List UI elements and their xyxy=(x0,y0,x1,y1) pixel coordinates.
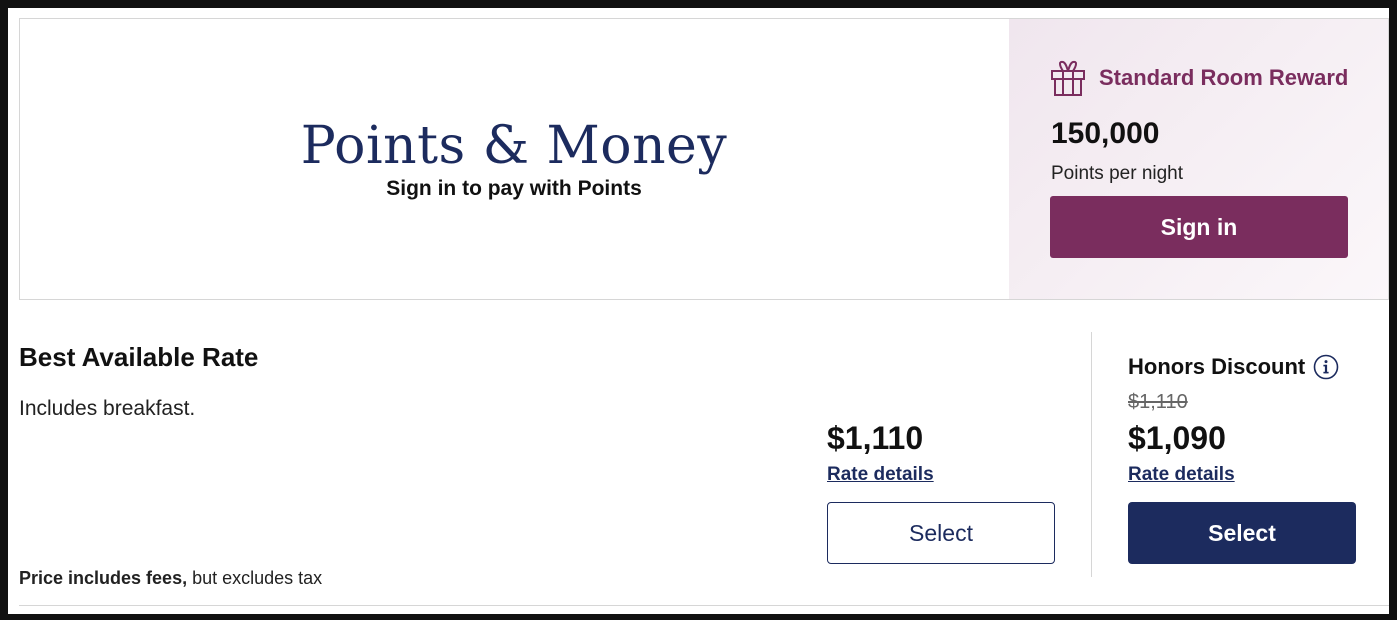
honors-discount-title: Honors Discount xyxy=(1128,354,1306,379)
reward-header: Standard Room Reward xyxy=(1049,59,1348,97)
reward-title: Standard Room Reward xyxy=(1099,65,1349,90)
divider xyxy=(19,605,1389,606)
points-money-promo: Points & Money Sign in to pay with Point… xyxy=(20,19,1008,299)
price-note-rest: but excludes tax xyxy=(187,568,323,588)
honors-discount-header: Honors Discount xyxy=(1128,354,1339,380)
reward-points-unit: Points per night xyxy=(1051,163,1184,184)
standard-rate-details-link[interactable]: Rate details xyxy=(827,464,934,486)
promo-subtitle: Sign in to pay with Points xyxy=(386,177,642,200)
select-honors-button[interactable]: Select xyxy=(1128,502,1356,564)
points-money-banner: Points & Money Sign in to pay with Point… xyxy=(19,18,1389,300)
standard-price: $1,110 xyxy=(827,420,924,456)
column-divider xyxy=(1091,332,1092,577)
honors-price: $1,090 xyxy=(1128,420,1226,456)
reward-panel: Standard Room Reward 150,000 Points per … xyxy=(1009,19,1388,299)
honors-rate-details-link[interactable]: Rate details xyxy=(1128,464,1235,486)
page: Points & Money Sign in to pay with Point… xyxy=(8,8,1389,614)
honors-original-price: $1,110 xyxy=(1128,391,1188,413)
rate-description: Includes breakfast. xyxy=(19,397,196,420)
standard-rate-column: $1,110 Rate details xyxy=(827,418,934,486)
sign-in-button[interactable]: Sign in xyxy=(1050,196,1348,258)
rate-title: Best Available Rate xyxy=(19,342,259,372)
honors-rate-column: $1,090 Rate details xyxy=(1128,418,1235,486)
gift-icon xyxy=(1051,60,1085,96)
price-note: Price includes fees, but excludes tax xyxy=(19,568,322,589)
reward-points: 150,000 xyxy=(1051,117,1160,150)
select-standard-button[interactable]: Select xyxy=(827,502,1055,564)
info-icon[interactable] xyxy=(1313,354,1339,380)
promo-title: Points & Money xyxy=(300,116,728,176)
price-note-bold: Price includes fees, xyxy=(19,568,188,588)
